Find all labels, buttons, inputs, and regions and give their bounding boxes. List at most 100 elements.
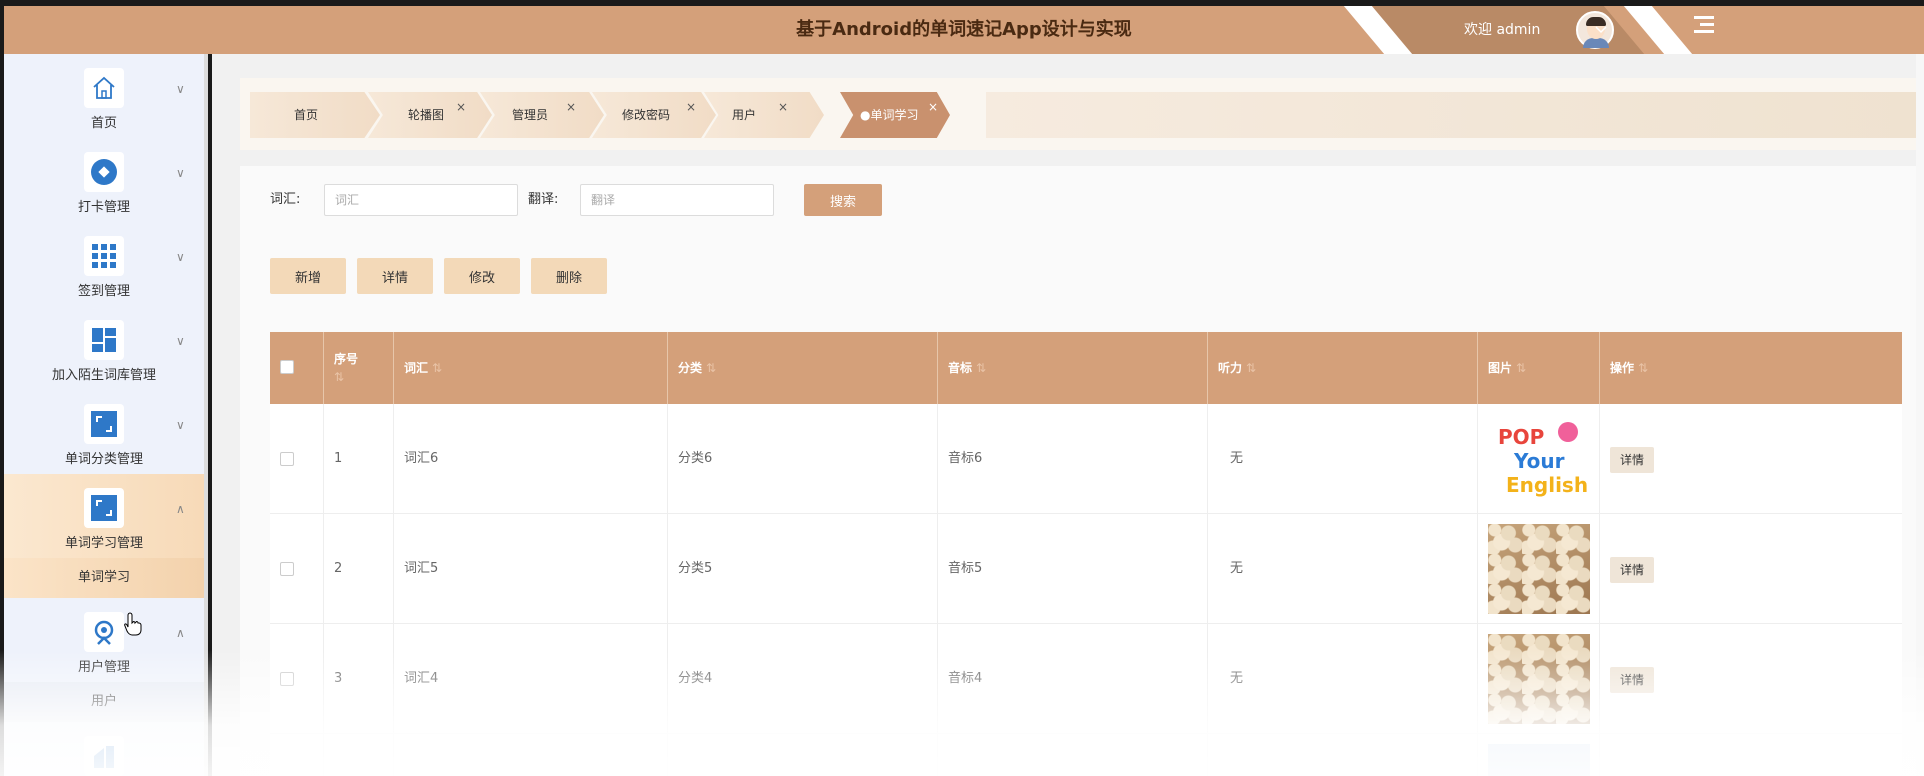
sidebar-item-signin[interactable]: 签到管理 ∨ <box>4 222 204 306</box>
home-icon <box>84 68 124 108</box>
chevron-down-icon: ∨ <box>176 418 185 432</box>
close-icon[interactable]: × <box>686 84 696 130</box>
sidebar-item-label: 打卡管理 <box>77 200 130 215</box>
app-title: 基于Android的单词速记App设计与实现 <box>796 19 1132 40</box>
row-detail-button[interactable]: 详情 <box>1610 447 1655 473</box>
sidebar-item-label: 单词分类管理 <box>64 452 143 467</box>
close-icon[interactable]: × <box>928 84 938 130</box>
scrollbar-track[interactable] <box>1916 54 1924 776</box>
word-image[interactable] <box>1488 634 1590 724</box>
table-row: 3 词汇4 分类4 音标4 无 详情 <box>270 624 1902 734</box>
row-select <box>270 624 324 734</box>
menu-line <box>1694 16 1714 19</box>
sort-icon: ⇅ <box>1516 361 1527 375</box>
checkin-icon <box>84 152 124 192</box>
cell-listening <box>1208 734 1478 776</box>
sidebar-item-word-category[interactable]: 单词分类管理 ∨ <box>4 390 204 474</box>
chevron-down-icon: ∨ <box>176 166 185 180</box>
header-listening[interactable]: 听力 ⇅ <box>1208 332 1478 404</box>
sidebar-item-word-study[interactable]: 单词学习管理 ∧ <box>4 474 204 558</box>
cell-listening: 无 <box>1208 514 1478 624</box>
cell-index: 3 <box>324 624 394 734</box>
sidebar-item-user-manage[interactable]: 用户管理 ∧ <box>4 598 204 682</box>
tab-admin[interactable]: 管理员 × <box>480 92 604 138</box>
tab-password[interactable]: 修改密码 × <box>592 92 716 138</box>
vocab-label: 词汇: <box>270 192 301 207</box>
header-label: 操作 <box>1610 361 1635 375</box>
cell-index <box>324 734 394 776</box>
grid-icon <box>84 236 124 276</box>
sort-icon: ⇅ <box>1638 361 1649 375</box>
chevron-down-icon: ∨ <box>176 334 185 348</box>
sidebar-item-next[interactable] <box>4 722 204 776</box>
delete-button[interactable]: 删除 <box>531 258 607 294</box>
search-button[interactable]: 搜索 <box>804 184 882 216</box>
menu-line <box>1694 30 1714 33</box>
sort-icon: ⇅ <box>432 361 443 375</box>
top-header: 基于Android的单词速记App设计与实现 欢迎 admin <box>4 6 1924 54</box>
header-label: 听力 <box>1218 361 1243 375</box>
cell-category <box>668 734 938 776</box>
tabs-bar-tail <box>986 92 1924 138</box>
vocab-search-input[interactable] <box>324 184 518 216</box>
cell-ops <box>1600 734 1902 776</box>
word-image[interactable] <box>1488 744 1590 776</box>
header-vocab[interactable]: 词汇 ⇅ <box>394 332 668 404</box>
cell-category: 分类4 <box>668 624 938 734</box>
cell-phonetic: 音标6 <box>938 404 1208 514</box>
row-checkbox[interactable] <box>280 452 294 466</box>
cell-image <box>1478 734 1600 776</box>
tab-home[interactable]: 首页 <box>250 92 380 138</box>
word-image[interactable] <box>1488 524 1590 614</box>
tab-label: 轮播图 <box>408 108 445 122</box>
welcome-text: 欢迎 admin <box>1464 22 1541 38</box>
close-icon[interactable]: × <box>566 84 576 130</box>
tab-bg <box>704 92 824 138</box>
cell-phonetic <box>938 734 1208 776</box>
row-detail-button[interactable]: 详情 <box>1610 667 1655 693</box>
header-category[interactable]: 分类 ⇅ <box>668 332 938 404</box>
header-image[interactable]: 图片 ⇅ <box>1478 332 1600 404</box>
tab-word-study[interactable]: ●单词学习 × <box>840 92 950 138</box>
cell-vocab: 词汇6 <box>394 404 668 514</box>
cell-image: POP Your English <box>1478 404 1600 514</box>
cell-ops: 详情 <box>1600 624 1902 734</box>
chevron-down-icon[interactable] <box>1594 6 1608 54</box>
row-checkbox[interactable] <box>280 562 294 576</box>
header-label: 词汇 <box>404 361 429 375</box>
sidebar-item-label: 加入陌生词库管理 <box>51 368 156 383</box>
row-checkbox[interactable] <box>280 672 294 686</box>
tab-label: 首页 <box>294 108 319 122</box>
menu-fold-icon[interactable] <box>1694 16 1714 34</box>
table-row: 2 词汇5 分类5 音标5 无 详情 <box>270 514 1902 624</box>
word-image[interactable]: POP Your English <box>1488 414 1590 504</box>
tab-carousel[interactable]: 轮播图 × <box>368 92 492 138</box>
row-detail-button[interactable]: 详情 <box>1610 557 1655 583</box>
cell-category: 分类5 <box>668 514 938 624</box>
translation-search-input[interactable] <box>580 184 774 216</box>
sidebar-item-home[interactable]: 首页 ∨ <box>4 54 204 138</box>
header-ops[interactable]: 操作 ⇅ <box>1600 332 1902 404</box>
tab-user[interactable]: 用户 × <box>704 92 824 138</box>
main-content: 首页 轮播图 × 管理员 × 修改密码 × 用户 × ●单词学习 × 词汇: 词… <box>212 54 1924 776</box>
add-button[interactable]: 新增 <box>270 258 346 294</box>
close-icon[interactable]: × <box>456 84 466 130</box>
detail-button[interactable]: 详情 <box>357 258 433 294</box>
table-row <box>270 734 1902 776</box>
header-index[interactable]: 序号 ⇅ <box>324 332 394 404</box>
chevron-up-icon: ∧ <box>176 502 185 516</box>
tab-label: ●单词学习 <box>860 108 919 122</box>
sidebar-item-unknown-words[interactable]: 加入陌生词库管理 ∨ <box>4 306 204 390</box>
submenu-word-study[interactable]: 单词学习 <box>4 558 204 598</box>
header-phonetic[interactable]: 音标 ⇅ <box>938 332 1208 404</box>
close-icon[interactable]: × <box>778 84 788 130</box>
edit-button[interactable]: 修改 <box>444 258 520 294</box>
sidebar-item-checkin[interactable]: 打卡管理 ∨ <box>4 138 204 222</box>
cell-listening: 无 <box>1208 624 1478 734</box>
submenu-user[interactable]: 用户 <box>4 682 204 722</box>
select-all-checkbox[interactable] <box>280 360 294 374</box>
user-icon <box>84 612 124 652</box>
cell-phonetic: 音标5 <box>938 514 1208 624</box>
cell-image <box>1478 514 1600 624</box>
cell-ops: 详情 <box>1600 514 1902 624</box>
